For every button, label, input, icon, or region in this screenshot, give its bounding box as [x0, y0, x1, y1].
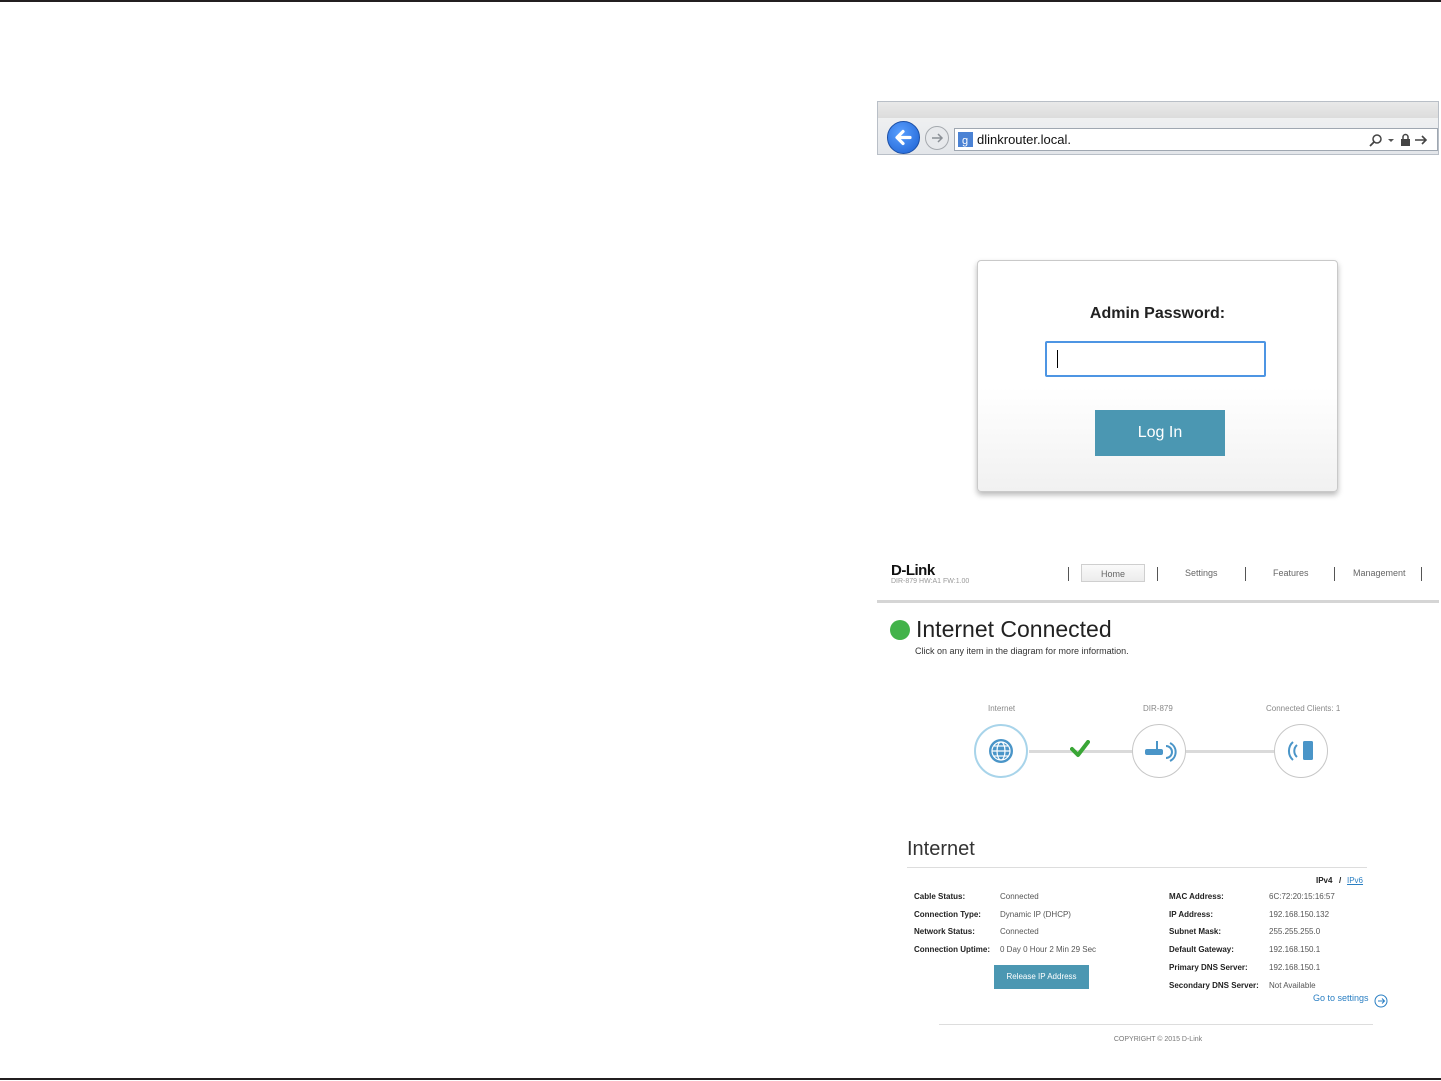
forward-button[interactable]: [925, 126, 949, 150]
default-gateway-label: Default Gateway:: [1169, 945, 1234, 954]
lock-icon[interactable]: [1401, 133, 1410, 146]
clients-node-label: Connected Clients: 1: [1266, 704, 1341, 713]
nav-home-tab[interactable]: Home: [1081, 564, 1145, 582]
ip-address-label: IP Address:: [1169, 910, 1214, 919]
nav-divider: [1157, 567, 1158, 581]
forward-arrow-icon: [932, 133, 944, 143]
default-gateway-value: 192.168.150.1: [1269, 945, 1321, 954]
nav-divider: [1245, 567, 1246, 581]
internet-section-title: Internet: [907, 838, 975, 860]
status-indicator-icon: [890, 620, 910, 640]
browser-toolbar: g dlinkrouter.local.: [877, 101, 1439, 155]
header-divider: [877, 600, 1439, 603]
search-icon[interactable]: [1369, 134, 1382, 147]
connection-type-value: Dynamic IP (DHCP): [1000, 910, 1071, 919]
dlink-logo[interactable]: D-Link: [891, 562, 935, 579]
mac-address-value: 6C:72:20:15:16:57: [1269, 892, 1335, 901]
back-arrow-icon: [895, 129, 912, 146]
address-bar[interactable]: g dlinkrouter.local.: [954, 128, 1438, 151]
cable-status-value: Connected: [1000, 892, 1039, 901]
internet-node-label: Internet: [988, 704, 1016, 713]
status-title: Internet Connected: [916, 616, 1112, 642]
connection-type-label: Connection Type:: [914, 910, 981, 919]
address-text: dlinkrouter.local.: [977, 132, 1071, 147]
internet-node[interactable]: [974, 724, 1028, 778]
page-favicon-icon: g: [958, 132, 973, 147]
cable-status-label: Cable Status:: [914, 892, 966, 901]
nav-settings-tab[interactable]: Settings: [1185, 568, 1218, 578]
dropdown-arrow-icon[interactable]: [1388, 139, 1394, 142]
admin-password-input[interactable]: [1045, 341, 1266, 377]
ip-version-separator: /: [1339, 876, 1342, 885]
release-ip-button[interactable]: Release IP Address: [994, 965, 1089, 989]
status-subtitle: Click on any item in the diagram for mor…: [915, 646, 1129, 656]
address-bar-icons: [1367, 131, 1433, 149]
primary-dns-value: 192.168.150.1: [1269, 963, 1321, 972]
back-button[interactable]: [887, 121, 920, 154]
arrow-circle-right-icon[interactable]: [1374, 994, 1388, 1013]
network-status-value: Connected: [1000, 927, 1039, 936]
primary-dns-label: Primary DNS Server:: [1169, 963, 1248, 972]
clients-node[interactable]: [1274, 724, 1328, 778]
secondary-dns-value: Not Available: [1269, 981, 1316, 990]
router-node-label: DIR-879: [1143, 704, 1173, 713]
nav-divider: [1334, 567, 1335, 581]
footer-divider: [939, 1024, 1373, 1025]
mac-address-label: MAC Address:: [1169, 892, 1224, 901]
nav-divider: [1068, 567, 1069, 581]
tab-strip: [878, 102, 1438, 118]
network-status-label: Network Status:: [914, 927, 975, 936]
top-rule: [0, 0, 1441, 2]
secondary-dns-label: Secondary DNS Server:: [1169, 981, 1259, 990]
ip-address-value: 192.168.150.132: [1269, 910, 1330, 919]
mobile-device-icon: [1287, 741, 1313, 761]
login-button[interactable]: Log In: [1095, 410, 1225, 456]
bottom-rule: [0, 1078, 1441, 1080]
ipv6-tab[interactable]: IPv6: [1347, 876, 1363, 885]
text-caret: [1057, 350, 1058, 368]
model-info: DIR-879 HW:A1 FW:1.00: [891, 578, 970, 585]
subnet-mask-label: Subnet Mask:: [1169, 927, 1222, 936]
router-dashboard: D-Link DIR-879 HW:A1 FW:1.00 Home Settin…: [877, 548, 1439, 1060]
go-arrow-icon[interactable]: [1415, 135, 1428, 145]
section-divider: [907, 867, 1367, 868]
globe-icon: [989, 739, 1013, 763]
router-icon: [1145, 741, 1177, 762]
svg-text:g: g: [962, 135, 968, 147]
login-panel: Admin Password: Log In: [977, 260, 1338, 492]
nav-divider: [1421, 567, 1422, 581]
copyright-text: COPYRIGHT © 2015 D-Link: [1113, 1036, 1203, 1043]
router-clients-link: [1186, 750, 1275, 753]
nav-management-tab[interactable]: Management: [1353, 568, 1406, 578]
go-to-settings-link[interactable]: Go to settings: [1313, 993, 1369, 1003]
router-node[interactable]: [1132, 724, 1186, 778]
ipv4-tab[interactable]: IPv4: [1316, 876, 1332, 885]
connection-uptime-label: Connection Uptime:: [914, 945, 990, 954]
admin-password-label: Admin Password:: [1089, 305, 1226, 322]
subnet-mask-value: 255.255.255.0: [1269, 927, 1321, 936]
checkmark-icon: [1070, 740, 1090, 763]
nav-features-tab[interactable]: Features: [1273, 568, 1309, 578]
connection-uptime-value: 0 Day 0 Hour 2 Min 29 Sec: [1000, 945, 1097, 954]
